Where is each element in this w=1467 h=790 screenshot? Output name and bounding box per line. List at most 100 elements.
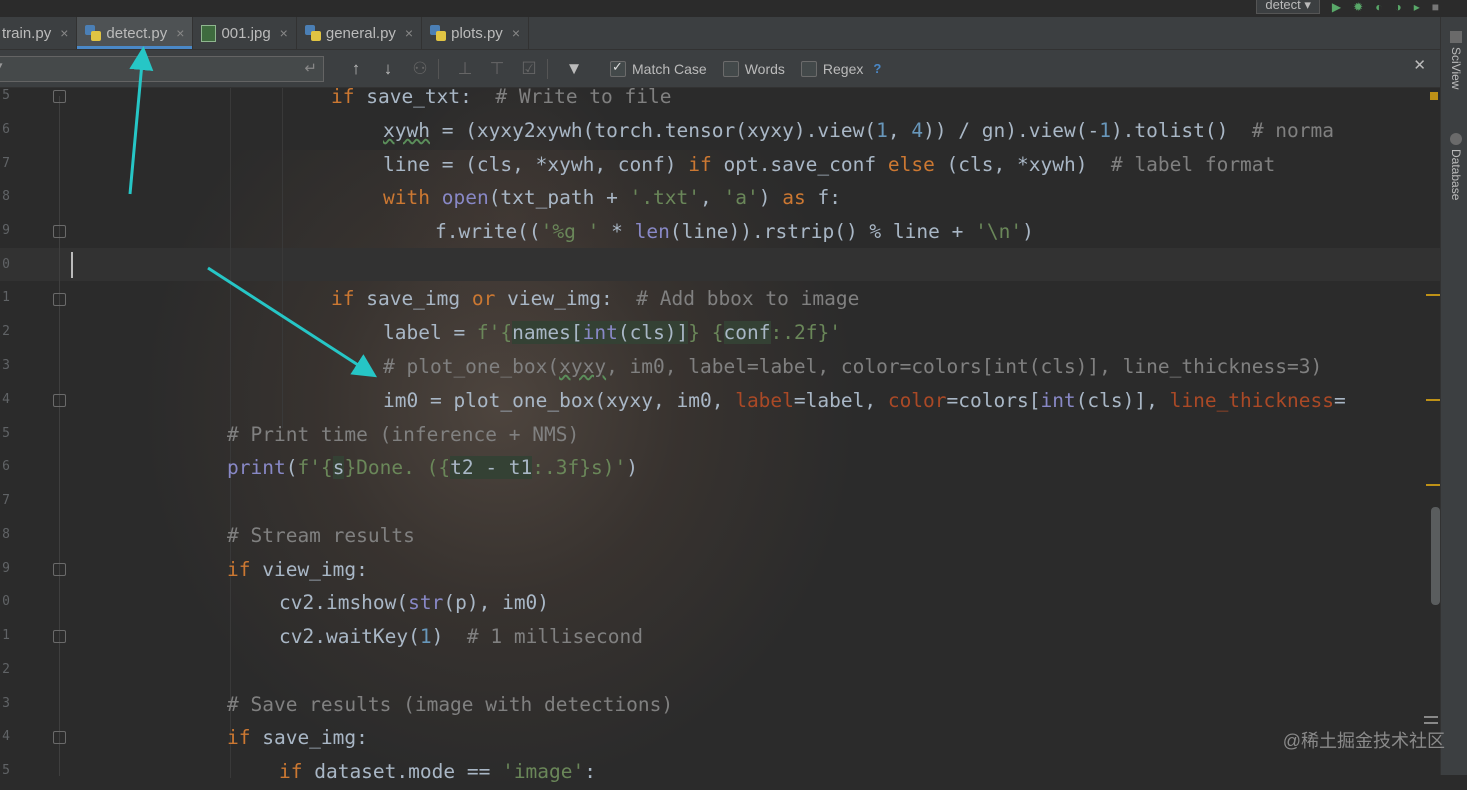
match-case-checkbox[interactable]: Match Case [610, 59, 707, 77]
current-line-highlight [0, 248, 1440, 281]
text-caret [71, 252, 73, 278]
python-file-icon [85, 25, 102, 41]
add-occurrence-icon[interactable]: ⊥ [453, 59, 477, 79]
code-line: if dataset.mode == 'image': [279, 760, 597, 783]
words-checkbox[interactable]: Words [722, 60, 785, 77]
checkbox-icon [722, 60, 739, 77]
debug-icon[interactable]: ✹ [1353, 1, 1363, 13]
select-all-occurrences-icon[interactable]: ☑ [517, 59, 541, 79]
tab-label: train.py [2, 24, 52, 42]
right-tool-strip: SciView Database [1440, 17, 1467, 775]
search-input[interactable]: ▾ ↵ [0, 55, 324, 82]
close-icon[interactable]: ✕ [1413, 56, 1426, 74]
code-line: if view_img: [227, 558, 368, 581]
find-all-icon[interactable]: ⚇ [408, 59, 432, 79]
tab-label: 001.jpg [221, 24, 271, 42]
coverage-icon[interactable]: ◐ [1375, 1, 1382, 13]
code-line: # Stream results [227, 524, 415, 547]
fold-marker[interactable] [53, 630, 66, 643]
code-line: if save_txt: # Write to file [331, 85, 672, 108]
warning-marker[interactable] [1426, 484, 1440, 486]
image-file-icon [201, 24, 217, 42]
close-icon[interactable]: × [280, 25, 288, 41]
python-file-icon [430, 25, 447, 41]
filter-icon[interactable]: ▼ [562, 59, 586, 79]
tab-label: general.py [325, 24, 396, 42]
previous-occurrence-icon[interactable]: ↑ [344, 59, 368, 79]
vertical-scrollbar-thumb[interactable] [1431, 507, 1440, 605]
enter-icon: ↵ [304, 59, 317, 77]
line-number: 0 [2, 594, 10, 609]
tab-plots[interactable]: plots.py × [422, 17, 529, 49]
line-number: 8 [2, 527, 10, 542]
scroll-marker [1424, 722, 1438, 724]
code-line: print(f'{s}Done. ({t2 - t1:.3f}s)') [227, 456, 638, 479]
database-label: Database [1449, 149, 1463, 201]
tab-001-jpg[interactable]: 001.jpg × [193, 17, 297, 49]
tab-general[interactable]: general.py × [297, 17, 423, 49]
fold-marker[interactable] [53, 225, 66, 238]
concurrency-icon[interactable]: ▸ [1414, 1, 1420, 13]
warning-marker[interactable] [1426, 399, 1440, 401]
checkbox-checked-icon [610, 59, 626, 77]
line-number: 2 [2, 662, 10, 677]
code-line: xywh = (xyxy2xywh(torch.tensor(xyxy).vie… [383, 119, 1335, 142]
editor-tabs: train.py × detect.py × 001.jpg × general.py… [0, 17, 1440, 50]
code-line: with open(txt_path + '.txt', 'a') as f: [383, 186, 841, 209]
regex-help-link[interactable]: ? [873, 61, 881, 76]
find-bar: ▾ ↵ ↑ ↓ ⚇ ⊥ ⊤ ☑ ▼ Match Case Words Regex… [0, 50, 1440, 88]
separator [547, 58, 548, 79]
profile-icon[interactable]: ◑ [1394, 1, 1401, 13]
checkbox-icon [800, 60, 817, 77]
run-icon[interactable]: ▶ [1332, 1, 1341, 13]
regex-checkbox[interactable]: Regex [800, 60, 864, 77]
fold-marker[interactable] [53, 394, 66, 407]
separator [438, 58, 439, 79]
tab-label: plots.py [451, 24, 503, 42]
fold-gutter-line [59, 96, 60, 776]
code-line: cv2.imshow(str(p), im0) [279, 591, 550, 614]
database-icon [1450, 133, 1462, 145]
tab-detect[interactable]: detect.py × [77, 17, 194, 49]
warning-marker[interactable] [1430, 92, 1438, 100]
fold-marker[interactable] [53, 563, 66, 576]
tab-train[interactable]: train.py × [0, 17, 78, 49]
code-line: im0 = plot_one_box(xyxy, im0, label=labe… [383, 389, 1346, 412]
regex-label: Regex [822, 60, 864, 77]
close-icon[interactable]: × [512, 25, 520, 41]
tab-label: detect.py [106, 24, 168, 42]
code-line: if save_img: [227, 726, 368, 749]
fold-marker[interactable] [53, 293, 66, 306]
fold-marker[interactable] [53, 731, 66, 744]
indent-guide [282, 88, 283, 428]
code-line: # Print time (inference + NMS) [227, 423, 580, 446]
python-file-icon [304, 25, 321, 41]
words-label: Words [744, 60, 785, 77]
code-line: # Save results (image with detections) [227, 693, 674, 716]
stop-icon[interactable]: ■ [1432, 1, 1439, 13]
close-icon[interactable]: × [60, 25, 68, 41]
match-case-label: Match Case [632, 60, 707, 77]
code-line: if save_img or view_img: # Add bbox to i… [331, 287, 860, 310]
next-occurrence-icon[interactable]: ↓ [376, 59, 400, 79]
code-line: f.write(('%g ' * len(line)).rstrip() % l… [435, 220, 1034, 243]
warning-marker[interactable] [1426, 294, 1440, 296]
code-line: label = f'{names[int(cls)]} {conf:.2f}' [383, 321, 841, 344]
remove-occurrence-icon[interactable]: ⊤ [485, 59, 509, 79]
watermark: @稀土掘金技术社区 [1282, 731, 1445, 751]
fold-marker[interactable] [53, 90, 66, 103]
run-config-select[interactable]: detect ▾ [1256, 0, 1320, 14]
scroll-marker [1424, 716, 1438, 718]
close-icon[interactable]: × [405, 25, 413, 41]
close-icon[interactable]: × [176, 25, 184, 41]
sciview-icon [1450, 31, 1462, 43]
database-tab[interactable]: Database [1449, 133, 1463, 200]
code-editor[interactable]: if save_txt: # Write to file xywh = (xyx… [0, 80, 1346, 783]
dropdown-arrow-icon[interactable]: ▾ [0, 59, 3, 72]
run-toolbar: detect ▾ ▶ ✹ ◐ ◑ ▸ ■ [1256, 0, 1439, 14]
code-line: # plot_one_box(xyxy, im0, label=label, c… [383, 355, 1323, 378]
line-number: 1 [2, 628, 10, 643]
line-number: 5 [2, 763, 10, 778]
code-line: cv2.waitKey(1) # 1 millisecond [279, 625, 643, 648]
sciview-tab[interactable]: SciView [1449, 31, 1463, 89]
